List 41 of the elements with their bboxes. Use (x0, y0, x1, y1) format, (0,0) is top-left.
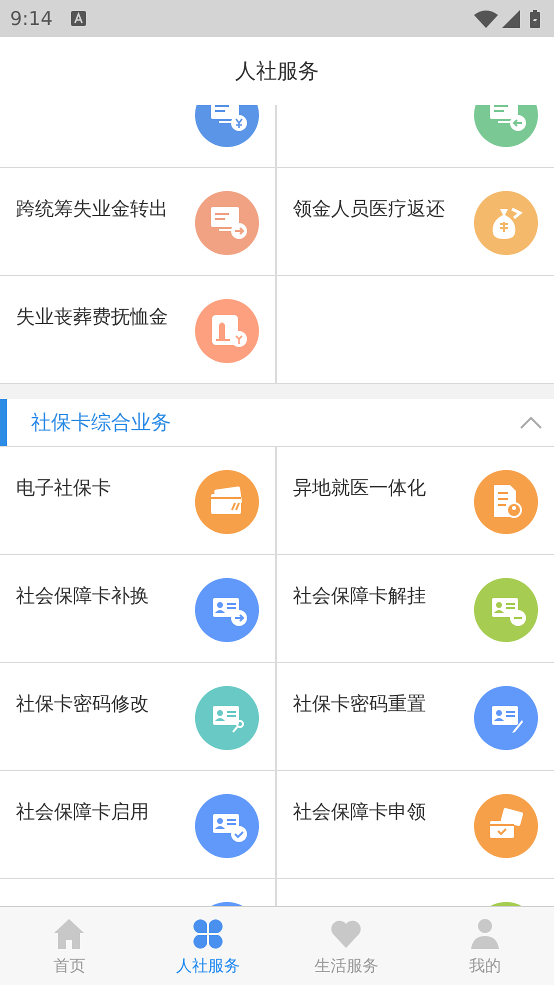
service-icon (474, 578, 538, 642)
service-tile[interactable]: 社保卡密码修改 (0, 663, 277, 771)
wifi-icon (474, 10, 498, 28)
section-header[interactable]: 社保卡综合业务 (0, 399, 554, 447)
service-tile[interactable]: 异地就医一体化 (277, 447, 554, 555)
section-title: 社保卡综合业务 (31, 409, 172, 436)
service-label: 社会保障卡启用 (16, 800, 149, 825)
service-icon (195, 686, 259, 750)
page-title: 人社服务 (235, 58, 319, 85)
service-label: 社保卡密码修改 (16, 692, 149, 717)
service-label: 社保卡密码重置 (293, 692, 426, 717)
service-label: 社会保障卡补换 (16, 584, 149, 609)
status-time: 9:14 (10, 8, 53, 30)
service-icon (474, 470, 538, 534)
service-label: 失业丧葬费抚恤金 (16, 305, 168, 330)
service-label: 社会保障卡解挂 (293, 584, 426, 609)
service-tile[interactable]: 社会保障卡补换 (0, 555, 277, 663)
service-tile[interactable]: 电子社保卡 (0, 447, 277, 555)
service-icon (195, 470, 259, 534)
service-tile[interactable]: 社会保障卡申领 (277, 771, 554, 879)
service-tile[interactable]: 领金人员医疗返还 (277, 168, 554, 276)
service-icon (474, 686, 538, 750)
service-icon (195, 191, 259, 255)
signal-icon (502, 10, 520, 28)
service-tile[interactable]: 跨统筹失业金转出 (0, 168, 277, 276)
service-icon (195, 794, 259, 858)
service-icon (474, 794, 538, 858)
chevron-up-icon[interactable] (520, 416, 542, 428)
service-tile[interactable]: 社会保障卡解挂 (277, 555, 554, 663)
service-tile[interactable]: 社会保障卡启用 (0, 771, 277, 879)
service-label: 异地就医一体化 (293, 476, 426, 501)
service-icon (474, 191, 538, 255)
service-label: 社会保障卡申领 (293, 800, 426, 825)
service-icon (195, 578, 259, 642)
service-label: 跨统筹失业金转出 (16, 197, 168, 222)
service-label: 领金人员医疗返还 (293, 197, 445, 222)
service-label: 电子社保卡 (16, 476, 111, 501)
battery-icon (530, 10, 540, 28)
service-tile[interactable]: 社保卡密码重置 (277, 663, 554, 771)
service-icon (195, 299, 259, 363)
keyboard-notification-icon (70, 11, 86, 26)
